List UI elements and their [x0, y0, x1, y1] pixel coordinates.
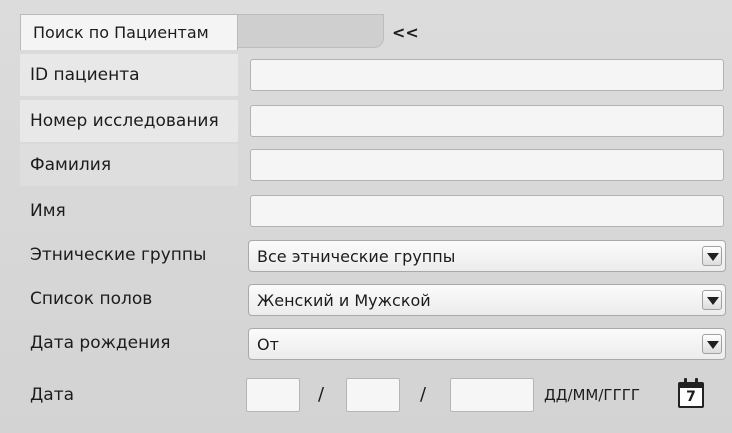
patient-search-panel: Поиск по Пациентам << ID пациента Номер … [0, 0, 732, 433]
chevron-down-icon[interactable] [702, 290, 722, 310]
birth-date-select[interactable]: От [248, 328, 726, 360]
last-name-label: Фамилия [30, 155, 112, 175]
date-separator: / [318, 384, 325, 405]
birth-date-label: Дата рождения [30, 333, 171, 353]
row-study-number: Номер исследования [20, 100, 732, 142]
date-day-input[interactable] [246, 378, 300, 412]
study-number-label: Номер исследования [30, 111, 219, 131]
row-patient-id: ID пациента [20, 54, 732, 96]
ethnic-groups-select[interactable]: Все этнические группы [248, 240, 726, 272]
gender-list-select[interactable]: Женский и Мужской [248, 284, 726, 316]
date-month-input[interactable] [346, 378, 400, 412]
date-separator: / [420, 384, 427, 405]
tab-patient-search[interactable]: Поиск по Пациентам [20, 14, 238, 50]
patient-id-label: ID пациента [30, 65, 140, 85]
collapse-button[interactable]: << [392, 18, 432, 48]
study-number-input[interactable] [250, 105, 724, 137]
row-first-name: Имя [20, 190, 732, 232]
date-format-hint: ДД/ММ/ГГГГ [544, 386, 641, 404]
calendar-icon[interactable]: 7 [678, 378, 704, 408]
row-birth-date: Дата рождения От [20, 322, 732, 364]
row-date: Дата / / ДД/ММ/ГГГГ 7 [20, 374, 732, 416]
ethnic-groups-label: Этнические группы [30, 245, 207, 265]
first-name-label: Имя [30, 201, 66, 221]
date-year-input[interactable] [450, 378, 534, 412]
birth-date-value: От [257, 335, 279, 354]
gender-list-label: Список полов [30, 289, 153, 309]
patient-id-input[interactable] [250, 59, 724, 91]
row-gender-list: Список полов Женский и Мужской [20, 278, 732, 320]
row-last-name: Фамилия [20, 144, 732, 186]
first-name-input[interactable] [250, 195, 724, 227]
gender-list-value: Женский и Мужской [257, 291, 431, 310]
chevron-down-icon[interactable] [702, 334, 722, 354]
chevron-down-icon[interactable] [702, 246, 722, 266]
row-ethnic-groups: Этнические группы Все этнические группы [20, 234, 732, 276]
last-name-input[interactable] [250, 149, 724, 181]
tab-strip-spacer [238, 14, 384, 48]
date-label: Дата [30, 385, 75, 405]
ethnic-groups-value: Все этнические группы [257, 247, 456, 266]
